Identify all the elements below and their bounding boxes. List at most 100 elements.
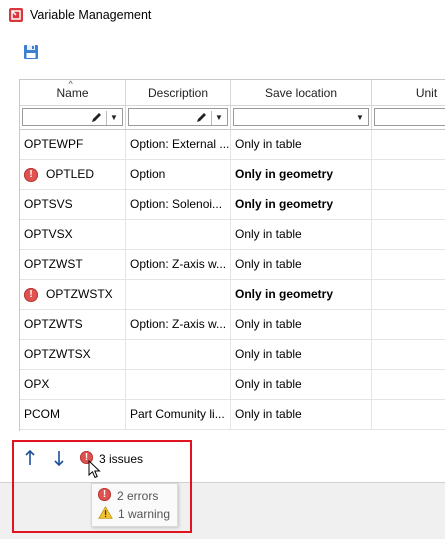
cell-unit[interactable] [372,250,445,279]
table-row[interactable]: OPTSVS Option: Solenoi... Only in geometry [20,190,445,220]
cell-text: Only in table [235,227,302,241]
cell-text: Option: Z-axis w... [130,257,227,271]
table-row[interactable]: ! OPTLED Option Only in geometry [20,160,445,190]
cell-text: OPTZWTS [24,317,83,331]
cell-description[interactable]: Option: Z-axis w... [126,310,231,339]
filter-description-input[interactable]: ▼ [128,108,228,126]
cell-description[interactable]: Option: Solenoi... [126,190,231,219]
cell-text: PCOM [24,407,60,421]
cell-name[interactable]: OPX [20,370,126,399]
table-row[interactable]: OPX Only in table [20,370,445,400]
cell-description[interactable] [126,370,231,399]
cell-unit[interactable] [372,400,445,429]
table-row[interactable]: OPTZWST Option: Z-axis w... Only in table [20,250,445,280]
cell-text: OPTZWST [24,257,83,271]
chevron-down-icon[interactable]: ▼ [214,112,224,124]
cell-text: OPTLED [46,167,95,181]
cell-text: Only in geometry [235,287,334,301]
cell-unit[interactable] [372,370,445,399]
table-row[interactable]: OPTZWTS Option: Z-axis w... Only in table [20,310,445,340]
cell-unit[interactable] [372,190,445,219]
cell-unit[interactable] [372,130,445,159]
sort-ascending-icon: ^ [68,79,73,89]
cell-unit[interactable] [372,160,445,189]
cell-name[interactable]: OPTZWTSX [20,340,126,369]
cell-save-location[interactable]: Only in table [231,370,372,399]
cell-text: OPTZWTSX [24,347,91,361]
chevron-down-icon[interactable]: ▼ [355,112,365,124]
cell-text: Option: External ... [130,137,230,151]
cell-description[interactable] [126,280,231,309]
cell-unit[interactable] [372,220,445,249]
cell-text: OPTSVS [24,197,73,211]
cell-description[interactable]: Option: External ... [126,130,231,159]
app-icon [9,8,23,22]
pencil-icon[interactable] [90,111,102,125]
table-row[interactable]: ! OPTZWSTX Only in geometry [20,280,445,310]
column-header-name[interactable]: ^ Name [20,80,126,106]
cell-description[interactable]: Option [126,160,231,189]
filter-description: ▼ [126,106,231,130]
cell-save-location[interactable]: Only in geometry [231,160,372,189]
cell-text: Part Comunity li... [130,407,225,421]
column-header-save-location[interactable]: Save location [231,80,372,106]
column-header-label: Unit [415,86,438,100]
column-header-unit[interactable]: Unit [372,80,445,106]
cell-description[interactable]: Option: Z-axis w... [126,250,231,279]
cell-name[interactable]: OPTZWTS [20,310,126,339]
error-icon: ! [24,167,38,182]
filter-save-location-select[interactable]: ▼ [233,108,369,126]
floppy-disk-icon [24,45,38,59]
cell-name[interactable]: OPTEWPF [20,130,126,159]
filter-name-input[interactable]: ▼ [22,108,123,126]
table-row[interactable]: OPTVSX Only in table [20,220,445,250]
chevron-down-icon[interactable]: ▼ [109,112,119,124]
cell-save-location[interactable]: Only in table [231,400,372,429]
cell-text: OPTEWPF [24,137,84,151]
cell-text: Only in table [235,317,302,331]
cell-save-location[interactable]: Only in table [231,310,372,339]
cell-name[interactable]: OPTVSX [20,220,126,249]
cell-unit[interactable] [372,340,445,369]
variables-grid: ^ Name Description Save location Unit ▼ … [19,79,445,433]
cell-description[interactable] [126,340,231,369]
cell-text: OPTVSX [24,227,73,241]
cell-unit[interactable] [372,280,445,309]
cell-text: Only in geometry [235,167,334,181]
cell-text: Option: Z-axis w... [130,317,227,331]
cell-text: Only in table [235,377,302,391]
variable-management-window: Variable Management ^ Name Description S… [0,0,445,483]
filter-unit [372,106,445,130]
window-title: Variable Management [30,8,152,22]
cell-save-location[interactable]: Only in geometry [231,190,372,219]
cell-text: Only in geometry [235,197,334,211]
cell-description[interactable]: Part Comunity li... [126,400,231,429]
cell-unit[interactable] [372,310,445,339]
cell-save-location[interactable]: Only in table [231,340,372,369]
cell-name[interactable]: ! OPTZWSTX [20,280,126,309]
filter-separator [106,111,107,125]
column-header-description[interactable]: Description [126,80,231,106]
table-row[interactable]: PCOM Part Comunity li... Only in table [20,400,445,430]
pencil-icon[interactable] [195,111,207,125]
cell-description[interactable] [126,220,231,249]
cell-name[interactable]: OPTSVS [20,190,126,219]
cell-text: Only in table [235,257,302,271]
cell-name[interactable]: PCOM [20,400,126,429]
table-row[interactable]: OPTZWTSX Only in table [20,340,445,370]
filter-unit-input[interactable] [374,108,445,126]
cell-save-location[interactable]: Only in table [231,220,372,249]
cell-save-location[interactable]: Only in table [231,130,372,159]
cell-name[interactable]: ! OPTLED [20,160,126,189]
cell-name[interactable]: OPTZWST [20,250,126,279]
cell-text: Option: Solenoi... [130,197,223,211]
cell-save-location[interactable]: Only in geometry [231,280,372,309]
save-button[interactable] [23,44,39,60]
table-row[interactable]: OPTEWPF Option: External ... Only in table [20,130,445,160]
filter-separator [211,111,212,125]
title-bar: Variable Management [0,0,445,30]
cell-save-location[interactable]: Only in table [231,250,372,279]
column-header-label: Description [147,86,209,100]
filter-save-location: ▼ [231,106,372,130]
cell-text: Option [130,167,166,181]
